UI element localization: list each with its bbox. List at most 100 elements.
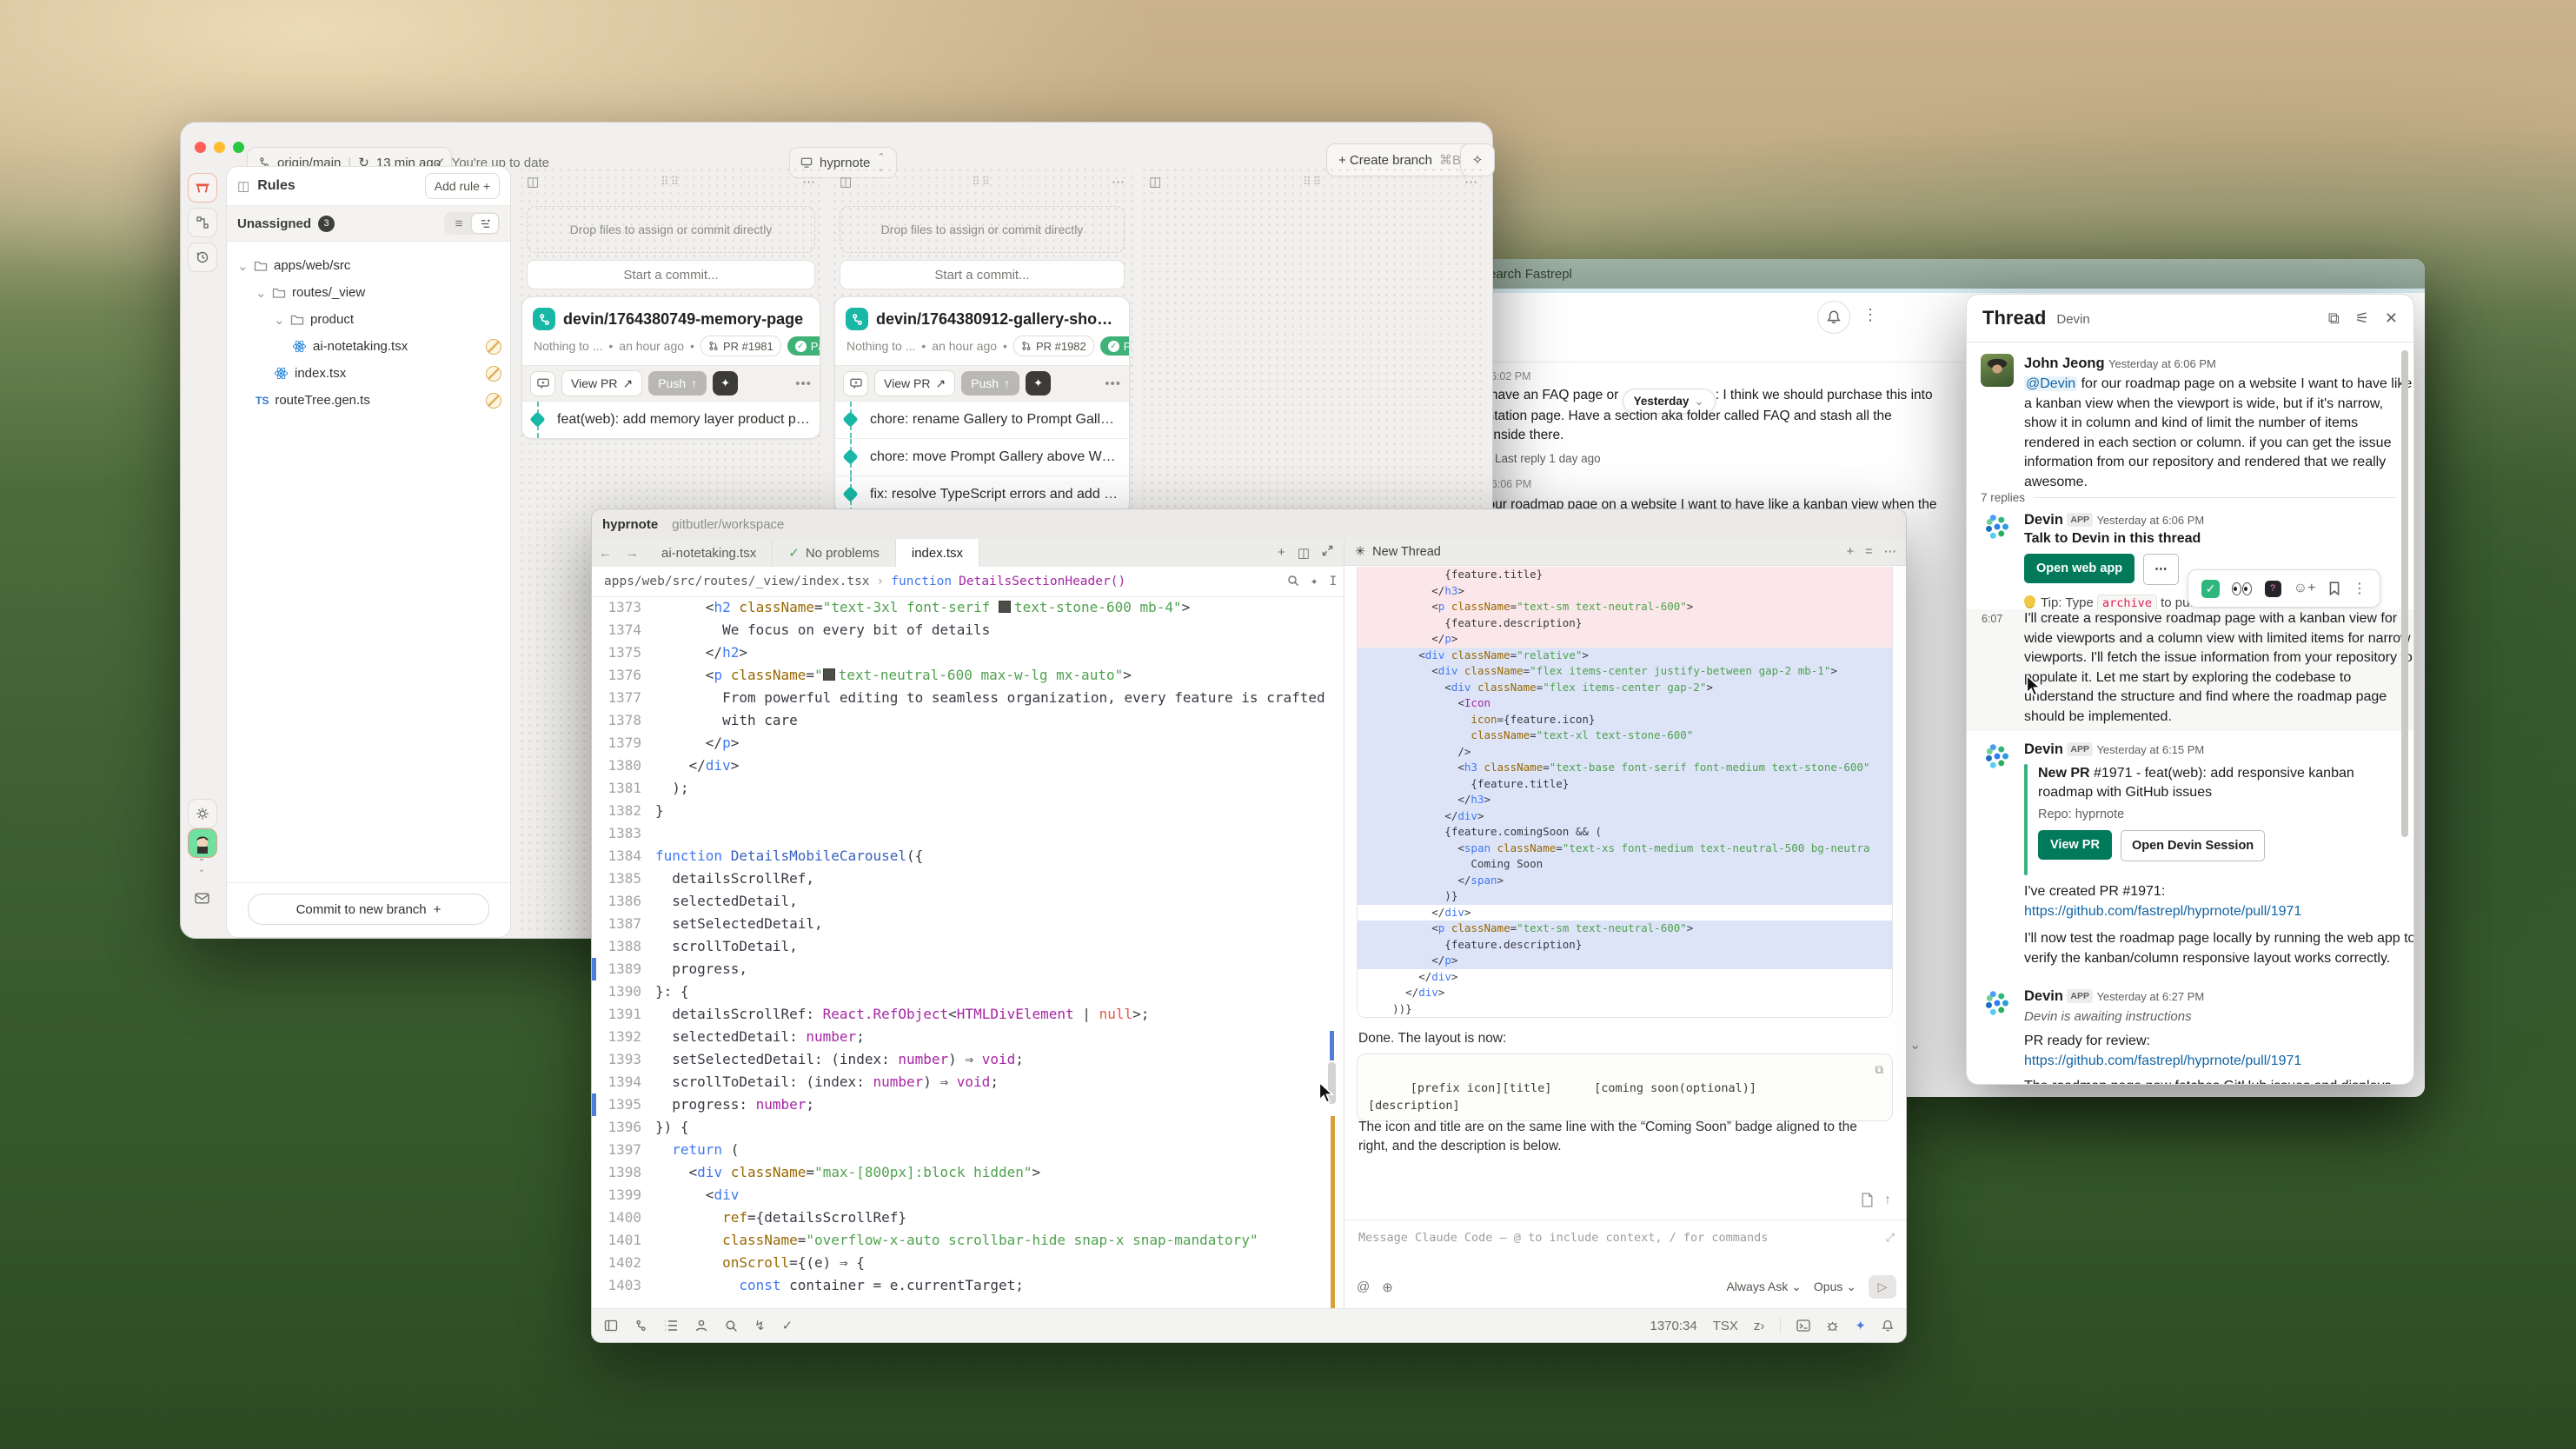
expand-icon[interactable] bbox=[1322, 545, 1333, 561]
panels-icon[interactable] bbox=[604, 1319, 618, 1333]
model-select[interactable]: Opus ⌄ bbox=[1814, 1280, 1856, 1294]
timestamp[interactable]: 6:07 bbox=[1982, 613, 2002, 625]
start-commit-button[interactable]: Start a commit... bbox=[840, 260, 1125, 289]
bell-icon[interactable] bbox=[1882, 1319, 1894, 1333]
code-line[interactable]: 1392 selectedDetail: number; bbox=[592, 1026, 1344, 1048]
commit-row[interactable]: chore: rename Gallery to Prompt Gallery … bbox=[835, 402, 1129, 438]
pr-pill[interactable]: PR #1982 bbox=[1013, 336, 1094, 356]
new-tab-icon[interactable]: + bbox=[1278, 545, 1285, 561]
forward-icon[interactable]: → bbox=[619, 546, 646, 561]
timestamp[interactable]: Yesterday at 6:06 PM bbox=[2096, 514, 2204, 527]
code-line[interactable]: 1383 bbox=[592, 822, 1344, 845]
code-line[interactable]: 1378 with care bbox=[592, 709, 1344, 732]
thread-settings-icon[interactable]: ⚟ bbox=[2355, 309, 2369, 328]
zoom-window-button[interactable] bbox=[233, 142, 244, 153]
thread-scrollbar[interactable] bbox=[2401, 350, 2408, 837]
tree-item-apps-web-src[interactable]: ⌄apps/web/src bbox=[227, 252, 510, 279]
code-line[interactable]: 1393 setSelectedDetail: (index: number) … bbox=[592, 1048, 1344, 1071]
assistant-menu-icon[interactable]: ⋯ bbox=[1884, 545, 1897, 559]
mention-icon[interactable]: @ bbox=[1357, 1280, 1370, 1294]
chevron-down-icon[interactable]: ⌄ bbox=[256, 285, 266, 301]
ai-button[interactable]: ✦ bbox=[713, 371, 738, 395]
vim-mode[interactable]: z› bbox=[1754, 1319, 1765, 1333]
git-branch-icon[interactable] bbox=[634, 1319, 647, 1333]
switcher-chevrons-icon[interactable]: ⌃⌄ bbox=[188, 860, 216, 874]
code-line[interactable]: 1381 ); bbox=[592, 777, 1344, 800]
rail-workspace-button[interactable] bbox=[188, 173, 217, 203]
collapse-chevron-icon[interactable]: ⌄ bbox=[1909, 1036, 1921, 1054]
dropzone[interactable]: Drop files to assign or commit directly bbox=[840, 206, 1125, 253]
code-line[interactable]: 1389 progress, bbox=[592, 958, 1344, 980]
custom-emoji-reaction[interactable]: ? bbox=[2265, 581, 2281, 597]
scroll-up-icon[interactable]: ↑ bbox=[1884, 1193, 1891, 1208]
more-actions-icon[interactable]: ⋮ bbox=[2353, 580, 2367, 597]
view-pr-button[interactable]: View PR bbox=[2038, 830, 2112, 860]
code-line[interactable]: 1386 selectedDetail, bbox=[592, 890, 1344, 913]
sparkle-icon[interactable]: ✦ bbox=[1311, 575, 1318, 588]
minimize-window-button[interactable] bbox=[214, 142, 225, 153]
code-line[interactable]: 1402 onScroll={(e) ⇒ { bbox=[592, 1252, 1344, 1274]
code-line[interactable]: 1387 setSelectedDetail, bbox=[592, 913, 1344, 935]
code-line[interactable]: 1397 return ( bbox=[592, 1139, 1344, 1161]
push-button[interactable]: Push↑ bbox=[648, 371, 707, 395]
avatar[interactable] bbox=[1981, 740, 2014, 773]
search-icon[interactable] bbox=[1287, 575, 1299, 588]
avatar[interactable] bbox=[1981, 987, 2014, 1020]
code-line[interactable]: 1373 <h2 className="text-3xl font-serif … bbox=[592, 596, 1344, 619]
column-menu-icon[interactable]: ⋯ bbox=[802, 174, 815, 189]
eyes-emoji-reaction[interactable] bbox=[2232, 582, 2252, 595]
code-line[interactable]: 1395 progress: number; bbox=[592, 1093, 1344, 1116]
commit-row[interactable]: feat(web): add memory layer product page bbox=[522, 402, 820, 438]
new-thread-icon[interactable]: + bbox=[1847, 545, 1854, 559]
check-icon[interactable]: ✓ bbox=[782, 1318, 793, 1333]
code-line[interactable]: 1400 ref={detailsScrollRef} bbox=[592, 1206, 1344, 1229]
editor-titlebar[interactable]: hyprnote gitbutler/workspace bbox=[592, 509, 1906, 540]
close-window-button[interactable] bbox=[195, 142, 206, 153]
author-name[interactable]: Devin bbox=[2024, 512, 2063, 528]
pr-link[interactable]: https://github.com/fastrepl/hyprnote/pul… bbox=[2024, 1052, 2301, 1072]
code-line[interactable]: 1385 detailsScrollRef, bbox=[592, 867, 1344, 890]
tab-index-tsx[interactable]: index.tsx bbox=[896, 539, 979, 567]
cursor-mode-icon[interactable]: I bbox=[1330, 575, 1338, 588]
review-comment-button[interactable] bbox=[843, 371, 868, 396]
bookmark-icon[interactable] bbox=[2328, 582, 2340, 595]
language-mode[interactable]: TSX bbox=[1713, 1319, 1738, 1333]
copilot-sparkle-icon[interactable]: ✦ bbox=[1855, 1318, 1866, 1333]
code-line[interactable]: 1380 </div> bbox=[592, 754, 1344, 777]
code-line[interactable]: 1394 scrollToDetail: (index: number) ⇒ v… bbox=[592, 1071, 1344, 1093]
code-line[interactable]: 1376 <p className="text-neutral-600 max-… bbox=[592, 664, 1344, 687]
branch-name[interactable]: devin/1764380749-memory-page bbox=[563, 310, 803, 329]
drag-handle-icon[interactable]: ⠿⠿ bbox=[1161, 175, 1464, 189]
bug-icon[interactable] bbox=[1826, 1319, 1839, 1333]
rail-feedback-button[interactable] bbox=[188, 884, 216, 912]
rail-branches-button[interactable] bbox=[188, 208, 217, 237]
terminal-icon[interactable] bbox=[1796, 1319, 1810, 1332]
pr-attachment-title[interactable]: New PR #1971 - feat(web): add responsive… bbox=[2038, 764, 2412, 802]
code-line[interactable]: 1399 <div bbox=[592, 1184, 1344, 1206]
view-pr-button[interactable]: View PR↗ bbox=[874, 370, 955, 396]
pr-link[interactable]: https://github.com/fastrepl/hyprnote/pul… bbox=[2024, 902, 2301, 922]
tab-ai-notetaking[interactable]: ai-notetaking.tsx bbox=[646, 539, 773, 567]
open-web-app-button[interactable]: Open web app bbox=[2024, 554, 2134, 583]
tree-item-routetree-gen-ts[interactable]: TSrouteTree.gen.ts bbox=[227, 387, 510, 414]
zap-icon[interactable]: ↯ bbox=[754, 1318, 766, 1333]
assistant-input[interactable]: Message Claude Code – @ to include conte… bbox=[1358, 1231, 1768, 1245]
branch-name[interactable]: devin/1764380912-gallery-shortcuts bbox=[876, 310, 1119, 329]
collapse-lane-icon[interactable]: ◫ bbox=[527, 174, 539, 189]
start-commit-button[interactable]: Start a commit... bbox=[527, 260, 815, 289]
send-button[interactable]: ▷ bbox=[1869, 1275, 1896, 1299]
column-menu-icon[interactable]: ⋯ bbox=[1464, 174, 1477, 189]
tree-item-index-tsx[interactable]: index.tsx bbox=[227, 360, 510, 387]
expand-input-icon[interactable]: ⤢ bbox=[1886, 1231, 1895, 1245]
editor-scrollbar[interactable] bbox=[1326, 596, 1338, 1309]
ai-button[interactable]: ✦ bbox=[1026, 371, 1051, 395]
ci-status-pill[interactable]: ✓Passed bbox=[787, 336, 820, 356]
collapse-lane-icon[interactable]: ◫ bbox=[1149, 174, 1161, 189]
code-line[interactable]: 1375 </h2> bbox=[592, 641, 1344, 664]
timestamp[interactable]: Yesterday at 6:06 PM bbox=[2108, 357, 2216, 370]
split-pane-icon[interactable]: ◫ bbox=[1298, 545, 1310, 561]
copy-icon[interactable]: ⧉ bbox=[1875, 1061, 1883, 1079]
code-line[interactable]: 1390}: { bbox=[592, 980, 1344, 1003]
thread-reply-fragment[interactable]: es Last reply 1 day ago bbox=[1479, 452, 1601, 465]
tree-item-product[interactable]: ⌄product bbox=[227, 306, 510, 333]
